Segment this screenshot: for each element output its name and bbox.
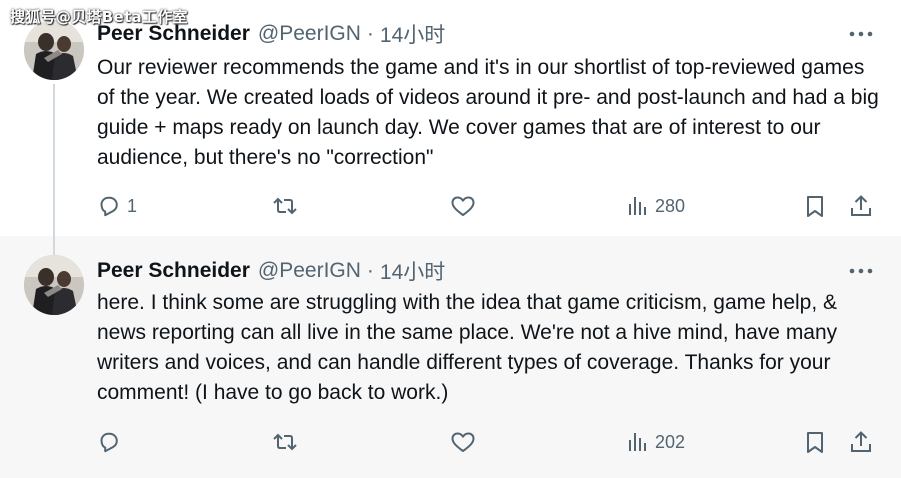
more-options-button[interactable] (846, 24, 876, 44)
views-icon (629, 433, 646, 451)
share-button[interactable] (849, 428, 873, 456)
more-options-button[interactable] (846, 261, 876, 281)
more-icon (849, 268, 873, 274)
view-count: 202 (655, 431, 686, 452)
timestamp[interactable]: 14小时 (380, 19, 445, 49)
avatar-photo (24, 255, 84, 315)
repost-button[interactable] (272, 428, 298, 456)
avatar[interactable] (24, 255, 84, 315)
like-icon (451, 432, 475, 452)
action-bar: 1 280 (97, 192, 887, 220)
reply-icon (100, 432, 118, 453)
repost-icon (273, 433, 297, 451)
views-button[interactable]: 280 (627, 192, 685, 220)
bookmark-icon (807, 432, 823, 453)
tweet-header: Peer Schneider @PeerIGN · 14小时 (97, 258, 445, 284)
tweet[interactable]: Peer Schneider @PeerIGN · 14小时 here. I t… (0, 236, 901, 478)
share-icon (851, 431, 871, 452)
author-name[interactable]: Peer Schneider (97, 259, 250, 283)
like-button[interactable] (450, 192, 476, 220)
author-handle[interactable]: @PeerIGN (258, 22, 361, 46)
bookmark-button[interactable] (804, 192, 826, 220)
repost-icon (273, 197, 297, 215)
bookmark-icon (807, 196, 823, 217)
separator-dot: · (366, 259, 374, 282)
avatar-photo (24, 20, 84, 80)
reply-icon (100, 196, 118, 217)
author-handle[interactable]: @PeerIGN (258, 259, 361, 283)
watermark: 搜狐号@贝塔Beta工作室 (10, 8, 188, 26)
like-icon (451, 196, 475, 216)
tweet-text: Our reviewer recommends the game and it'… (97, 56, 879, 169)
avatar[interactable] (24, 20, 84, 80)
reply-count: 1 (127, 195, 138, 216)
reply-button[interactable] (97, 428, 127, 456)
views-button[interactable]: 202 (627, 428, 685, 456)
bookmark-button[interactable] (804, 428, 826, 456)
timestamp[interactable]: 14小时 (380, 256, 445, 286)
action-bar: 202 (97, 428, 887, 456)
tweet-text: here. I think some are struggling with t… (97, 291, 838, 404)
share-button[interactable] (849, 192, 873, 220)
separator-dot: · (366, 22, 374, 45)
view-count: 280 (655, 195, 686, 216)
views-icon (629, 197, 646, 215)
like-button[interactable] (450, 428, 476, 456)
reply-button[interactable]: 1 (97, 192, 137, 220)
thread-connector-line (53, 84, 55, 260)
tweet[interactable]: Peer Schneider @PeerIGN · 14小时 Our revie… (0, 0, 901, 236)
more-icon (849, 31, 873, 37)
share-icon (851, 195, 871, 216)
repost-button[interactable] (272, 192, 298, 220)
